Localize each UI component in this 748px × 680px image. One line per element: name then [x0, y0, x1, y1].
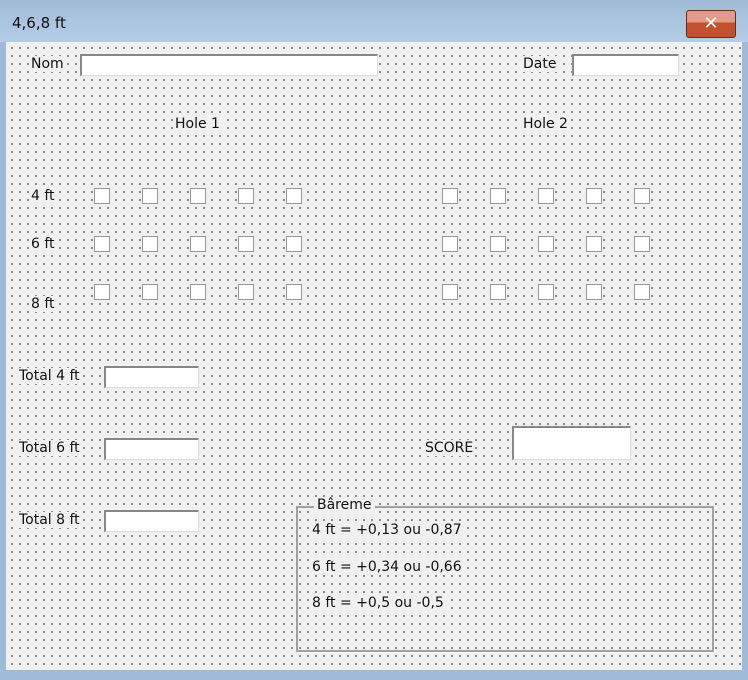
checkbox-hole1-8ft-5[interactable] [286, 284, 302, 300]
checkbox-hole2-4ft-3[interactable] [538, 188, 554, 204]
checkbox-hole2-6ft-1[interactable] [442, 236, 458, 252]
total-8ft-input[interactable] [104, 510, 199, 532]
checkbox-hole1-6ft-1[interactable] [94, 236, 110, 252]
checkbox-hole1-6ft-4[interactable] [238, 236, 254, 252]
hole-2-label: Hole 2 [522, 116, 569, 132]
bareme-frame: Bâreme 4 ft = +0,13 ou -0,87 6 ft = +0,3… [296, 497, 714, 652]
checkbox-hole2-8ft-4[interactable] [586, 284, 602, 300]
hole-1-label: Hole 1 [174, 116, 221, 132]
row-4ft-label: 4 ft [30, 188, 56, 204]
checkbox-hole1-8ft-3[interactable] [190, 284, 206, 300]
score-label: SCORE [424, 440, 475, 456]
checkbox-hole1-4ft-1[interactable] [94, 188, 110, 204]
checkbox-hole2-8ft-1[interactable] [442, 284, 458, 300]
checkbox-hole2-8ft-2[interactable] [490, 284, 506, 300]
checkbox-hole2-6ft-4[interactable] [586, 236, 602, 252]
checkbox-hole2-4ft-2[interactable] [490, 188, 506, 204]
bareme-line-8ft: 8 ft = +0,5 ou -0,5 [311, 595, 445, 611]
checkbox-hole2-4ft-5[interactable] [634, 188, 650, 204]
checkbox-hole2-8ft-3[interactable] [538, 284, 554, 300]
total-4ft-input[interactable] [104, 366, 199, 388]
checkbox-hole1-4ft-3[interactable] [190, 188, 206, 204]
score-input[interactable] [512, 426, 631, 460]
nom-input[interactable] [80, 54, 378, 76]
checkbox-hole1-6ft-3[interactable] [190, 236, 206, 252]
bareme-line-6ft: 6 ft = +0,34 ou -0,66 [311, 559, 463, 575]
total-4ft-label: Total 4 ft [18, 368, 81, 384]
window-title: 4,6,8 ft [12, 14, 66, 32]
date-label: Date [522, 56, 558, 72]
checkbox-hole1-8ft-4[interactable] [238, 284, 254, 300]
bareme-line-4ft: 4 ft = +0,13 ou -0,87 [311, 522, 463, 538]
checkbox-hole2-6ft-5[interactable] [634, 236, 650, 252]
checkbox-hole2-4ft-1[interactable] [442, 188, 458, 204]
row-6ft-label: 6 ft [30, 236, 56, 252]
checkbox-hole2-6ft-2[interactable] [490, 236, 506, 252]
checkbox-hole1-6ft-5[interactable] [286, 236, 302, 252]
row-8ft-label: 8 ft [30, 296, 56, 312]
checkbox-hole1-4ft-2[interactable] [142, 188, 158, 204]
checkbox-hole1-4ft-4[interactable] [238, 188, 254, 204]
title-bar: 4,6,8 ft ✕ [0, 0, 748, 42]
close-button[interactable]: ✕ [686, 10, 736, 38]
userform-canvas: Nom Date Hole 1 Hole 2 4 ft 6 ft 8 ft To… [6, 42, 742, 670]
checkbox-hole2-8ft-5[interactable] [634, 284, 650, 300]
nom-label: Nom [30, 56, 65, 72]
date-input[interactable] [572, 54, 679, 76]
close-icon: ✕ [703, 13, 719, 34]
bareme-title: Bâreme [314, 497, 375, 513]
total-6ft-label: Total 6 ft [18, 440, 81, 456]
checkbox-hole2-6ft-3[interactable] [538, 236, 554, 252]
checkbox-hole1-8ft-2[interactable] [142, 284, 158, 300]
total-6ft-input[interactable] [104, 438, 199, 460]
checkbox-hole1-4ft-5[interactable] [286, 188, 302, 204]
checkbox-hole2-4ft-4[interactable] [586, 188, 602, 204]
total-8ft-label: Total 8 ft [18, 512, 81, 528]
checkbox-hole1-8ft-1[interactable] [94, 284, 110, 300]
checkbox-hole1-6ft-2[interactable] [142, 236, 158, 252]
